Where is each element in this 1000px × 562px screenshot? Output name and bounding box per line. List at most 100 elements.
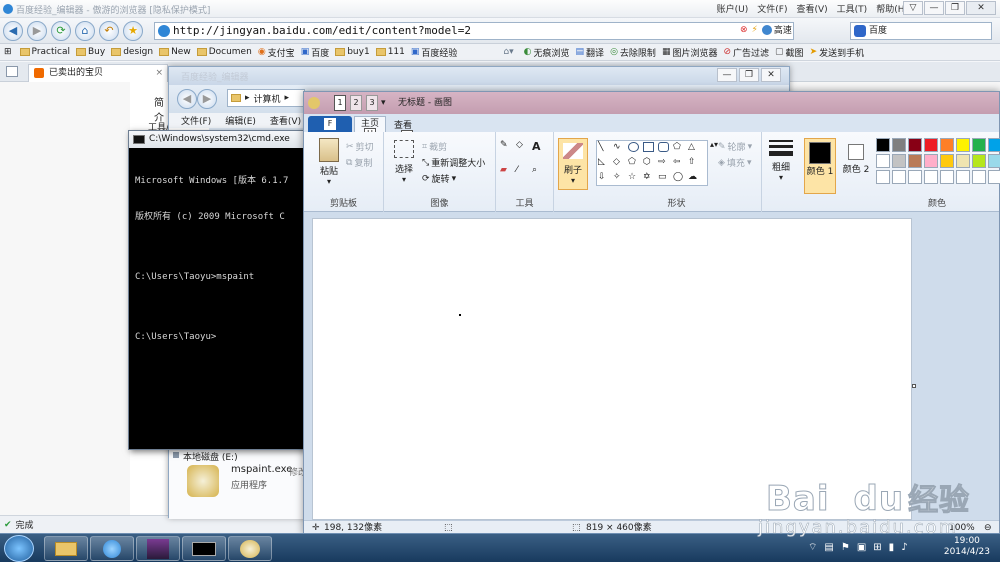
tool-send-to-phone[interactable]: ➤ 发送到手机	[810, 46, 865, 59]
bookmark-item[interactable]: Practical	[19, 47, 70, 57]
tool-image-viewer[interactable]: ▦ 图片浏览器	[662, 46, 718, 59]
explorer-back-icon[interactable]: ◀	[177, 89, 197, 109]
bookmark-item[interactable]: Documen	[196, 47, 252, 57]
taskbar-browser-icon[interactable]	[90, 536, 134, 561]
custom-color-slot[interactable]	[972, 170, 986, 184]
shapes-scroll-icon[interactable]: ▴▾	[710, 140, 718, 149]
crop-button[interactable]: ⌗ 裁剪	[422, 140, 447, 154]
line-icon[interactable]: ╲	[598, 142, 612, 156]
pencil-icon[interactable]: ✎	[500, 140, 516, 153]
rounded-rectangle-icon[interactable]	[658, 142, 669, 152]
star6-icon[interactable]: ✡	[643, 172, 657, 186]
custom-color-slot[interactable]	[908, 170, 922, 184]
color2-button[interactable]: 颜色 2	[840, 138, 872, 194]
color-picker-icon[interactable]: ⁄	[516, 165, 532, 175]
select-button[interactable]: 选择 ▾	[390, 140, 418, 184]
rectangle-icon[interactable]	[643, 142, 654, 152]
taskbar-cmd-icon[interactable]	[182, 536, 226, 561]
close-button[interactable]: ✕	[966, 1, 996, 15]
fill-bucket-icon[interactable]: ◇	[516, 140, 532, 153]
tool-screenshot[interactable]: ▢ 截图	[775, 46, 804, 59]
taskbar-chat-icon[interactable]	[136, 536, 180, 561]
custom-color-slot[interactable]	[940, 170, 954, 184]
palette-swatch[interactable]	[908, 138, 922, 152]
tab-sold-items[interactable]: 已卖出的宝贝 ×	[28, 64, 168, 82]
callout-oval-icon[interactable]: ◯	[673, 172, 687, 186]
bookmark-item[interactable]: Buy	[75, 47, 105, 57]
palette-swatch[interactable]	[972, 138, 986, 152]
star4-icon[interactable]: ✧	[613, 172, 627, 186]
bookmark-item[interactable]: New	[159, 47, 191, 57]
qat-hint-2[interactable]: 2	[350, 95, 362, 111]
taskbar-explorer-icon[interactable]	[44, 536, 88, 561]
resize-button[interactable]: ⤡ 重新调整大小	[422, 156, 485, 170]
explorer-menu-edit[interactable]: 编辑(E)	[225, 114, 256, 127]
back-icon[interactable]: ◀	[3, 21, 23, 41]
curve-icon[interactable]: ∿	[613, 142, 627, 156]
sidebar-toggle-icon[interactable]	[6, 66, 18, 77]
outline-button[interactable]: ✎ 轮廓 ▾	[718, 140, 752, 154]
fill-button[interactable]: ◈ 填充 ▾	[718, 156, 751, 170]
palette-swatch[interactable]	[956, 138, 970, 152]
qat-dropdown-icon[interactable]: ▾	[381, 92, 386, 114]
file-name[interactable]: mspaint.exe	[231, 464, 292, 475]
copy-button[interactable]: ⧉ 复制	[346, 156, 372, 170]
shapes-gallery[interactable]: ╲ ∿ ⬠ △ ◺ ◇ ⬠ ⬡ ⇨ ⇦ ⇧ ⇩ ✧ ☆ ✡ ▭ ◯ ☁	[596, 140, 708, 186]
menu-account[interactable]: 账户(U)	[717, 2, 749, 15]
accelerate-icon[interactable]: ⚡	[752, 25, 758, 35]
bookmark-item[interactable]: ▣ 百度	[301, 46, 330, 59]
search-box[interactable]: 百度	[850, 22, 992, 40]
explorer-menu-file[interactable]: 文件(F)	[181, 114, 211, 127]
drive-label[interactable]: 本地磁盘 (E:)	[183, 450, 238, 463]
custom-color-slot[interactable]	[988, 170, 1000, 184]
explorer-forward-icon[interactable]: ▶	[197, 89, 217, 109]
right-triangle-icon[interactable]: ◺	[598, 157, 612, 171]
custom-color-slot[interactable]	[924, 170, 938, 184]
menu-tools[interactable]: 工具(T)	[837, 2, 868, 15]
star5-icon[interactable]: ☆	[628, 172, 642, 186]
palette-swatch[interactable]	[908, 154, 922, 168]
hexagon-icon[interactable]: ⬡	[643, 157, 657, 171]
qat-hint-1[interactable]: 1	[334, 95, 346, 111]
magnifier-icon[interactable]: ⌕	[532, 165, 548, 175]
arrow-up-icon[interactable]: ⇧	[688, 157, 702, 171]
explorer-maximize-button[interactable]: ❐	[739, 68, 759, 82]
cloud-icon[interactable]: ☁	[688, 172, 702, 186]
minimize-button[interactable]: —	[924, 1, 944, 15]
color1-button[interactable]: 颜色 1	[804, 138, 836, 194]
polygon-icon[interactable]: ⬠	[673, 142, 687, 156]
palette-swatch[interactable]	[940, 154, 954, 168]
qat-hint-3[interactable]: 3	[366, 95, 378, 111]
pentagon-icon[interactable]: ⬠	[628, 157, 642, 171]
palette-swatch[interactable]	[988, 138, 1000, 152]
bookmark-item[interactable]: ◉ 支付宝	[258, 46, 295, 59]
favorite-star-icon[interactable]: ★	[123, 21, 143, 41]
palette-swatch[interactable]	[988, 154, 1000, 168]
tool-adblock[interactable]: ⊘ 广告过滤	[723, 46, 769, 59]
palette-swatch[interactable]	[892, 138, 906, 152]
turbo-mode-button[interactable]: 高速	[761, 23, 792, 36]
tab-close-icon[interactable]: ×	[155, 65, 163, 81]
canvas-resize-handle[interactable]	[912, 384, 916, 388]
forward-icon[interactable]: ▶	[27, 21, 47, 41]
explorer-path-bar[interactable]: ▸ 计算机 ▸	[227, 89, 305, 107]
arrow-down-icon[interactable]: ⇩	[598, 172, 612, 186]
eraser-icon[interactable]: ▰	[500, 165, 516, 175]
palette-swatch[interactable]	[924, 154, 938, 168]
bookmark-item[interactable]: ▣ 百度经验	[411, 46, 458, 59]
palette-swatch[interactable]	[924, 138, 938, 152]
menu-file[interactable]: 文件(F)	[757, 2, 787, 15]
arrow-left-icon[interactable]: ⇦	[673, 157, 687, 171]
palette-swatch[interactable]	[940, 138, 954, 152]
explorer-menu-view[interactable]: 查看(V)	[270, 114, 301, 127]
tool-translate[interactable]: ▤ 翻译	[576, 46, 605, 59]
bookmark-item[interactable]: buy1	[335, 47, 370, 57]
rotate-button[interactable]: ⟳ 旋转 ▾	[422, 172, 456, 186]
palette-swatch[interactable]	[956, 154, 970, 168]
maximize-button[interactable]: ❐	[945, 1, 965, 15]
paste-button[interactable]: 粘贴 ▾	[312, 136, 346, 192]
triangle-icon[interactable]: △	[688, 142, 702, 156]
taskbar-paint-icon[interactable]	[228, 536, 272, 561]
palette-swatch[interactable]	[876, 154, 890, 168]
tool-incognito[interactable]: ◐ 无痕浏览	[524, 46, 570, 59]
